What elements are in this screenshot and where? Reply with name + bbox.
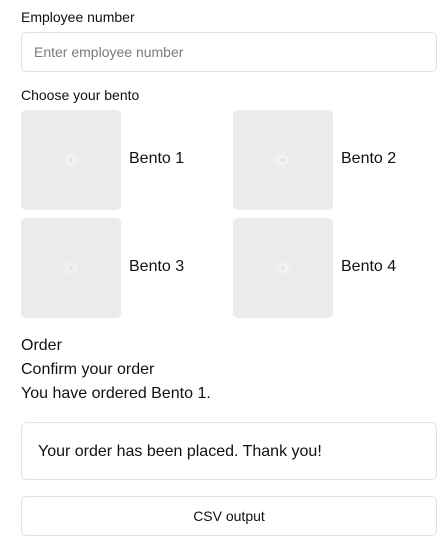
- bento-option-label: Bento 2: [341, 150, 397, 167]
- order-heading: Order: [21, 337, 62, 354]
- employee-number-label: Employee number: [21, 9, 135, 25]
- bento-option-label: Bento 4: [341, 258, 397, 275]
- bento-option-3[interactable]: Bento 3: [21, 218, 221, 318]
- choose-bento-label: Choose your bento: [21, 87, 140, 103]
- order-confirmation-box: Your order has been placed. Thank you!: [21, 422, 437, 480]
- bento-option-4[interactable]: Bento 4: [233, 218, 433, 318]
- bento-image-4[interactable]: [233, 218, 333, 318]
- order-status-text: You have ordered Bento 1.: [21, 385, 211, 402]
- bento-option-label: Bento 3: [129, 258, 185, 275]
- bento-image-3[interactable]: [21, 218, 121, 318]
- order-subheading: Confirm your order: [21, 361, 155, 378]
- image-placeholder-icon: [66, 263, 76, 273]
- image-placeholder-icon: [66, 155, 76, 165]
- csv-output-button[interactable]: CSV output: [21, 496, 437, 536]
- bento-option-2[interactable]: Bento 2: [233, 110, 433, 210]
- employee-number-input[interactable]: [21, 32, 437, 72]
- bento-option-label: Bento 1: [129, 150, 185, 167]
- image-placeholder-icon: [278, 155, 288, 165]
- order-confirmation-message: Your order has been placed. Thank you!: [38, 443, 322, 460]
- bento-image-2[interactable]: [233, 110, 333, 210]
- bento-image-1[interactable]: [21, 110, 121, 210]
- image-placeholder-icon: [278, 263, 288, 273]
- bento-option-1[interactable]: Bento 1: [21, 110, 221, 210]
